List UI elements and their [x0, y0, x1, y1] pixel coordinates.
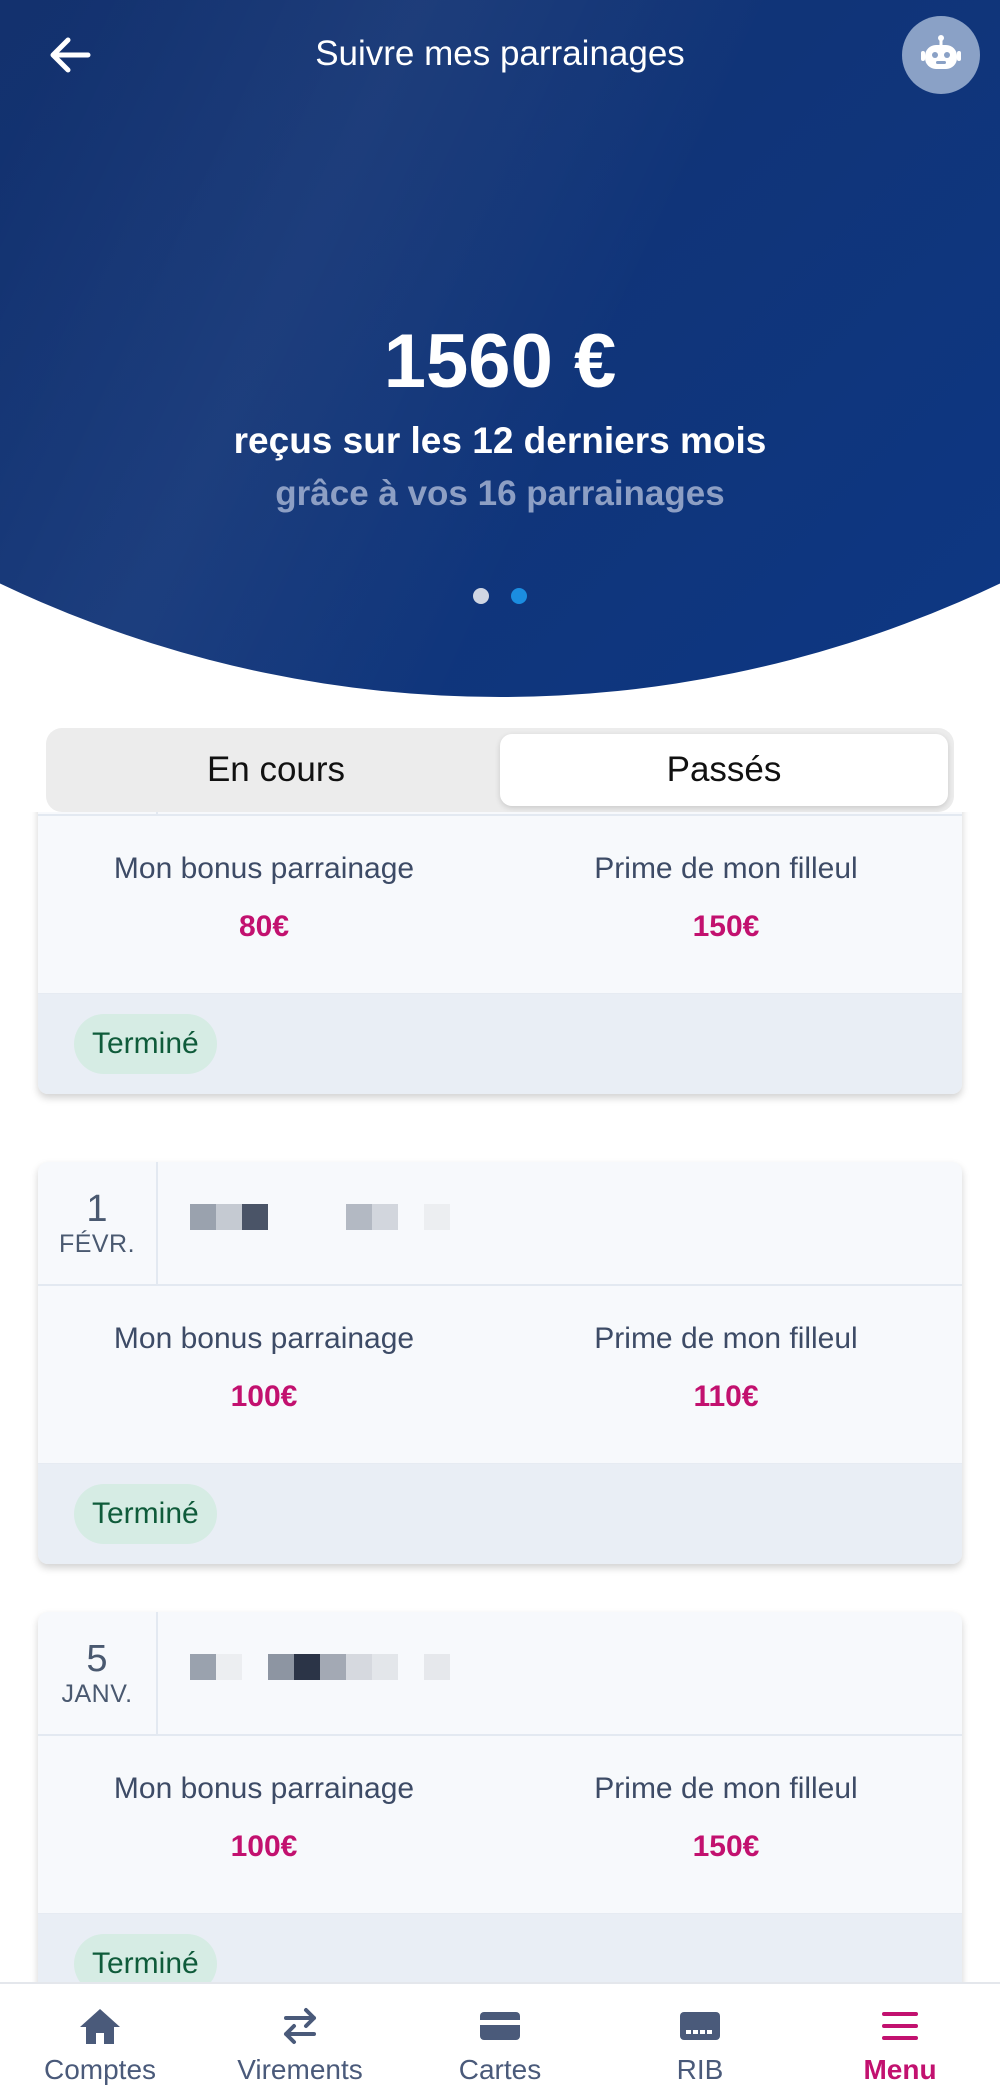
- hero-subtitle: reçus sur les 12 derniers mois: [233, 420, 767, 461]
- bonus-column: Mon bonus parrainage 80€: [38, 816, 500, 993]
- carousel-dot[interactable]: [473, 588, 489, 604]
- prime-column: Prime de mon filleul 150€: [500, 1736, 962, 1913]
- prime-column: Prime de mon filleul 110€: [500, 1286, 962, 1463]
- bonus-label: Mon bonus parrainage: [113, 1322, 415, 1355]
- prime-value: 110€: [693, 1380, 759, 1413]
- redacted-name: [190, 1654, 450, 1680]
- date-day: 1: [86, 1187, 108, 1230]
- card-body: Mon bonus parrainage 100€ Prime de mon f…: [38, 1286, 962, 1464]
- bonus-value: 100€: [230, 1830, 298, 1863]
- segmented-tabs: En cours Passés: [46, 728, 954, 812]
- bonus-label: Mon bonus parrainage: [113, 1772, 415, 1805]
- prime-label: Prime de mon filleul: [594, 1322, 858, 1355]
- nav-comptes[interactable]: Comptes: [0, 1984, 200, 2099]
- referral-card[interactable]: 5 JANV. Mon bonus parrainage 100€ Prime …: [38, 1612, 962, 1982]
- prime-value: 150€: [692, 910, 760, 943]
- card-icon: [476, 2006, 524, 2046]
- nav-menu[interactable]: Menu: [800, 1984, 1000, 2099]
- prime-label: Prime de mon filleul: [594, 852, 858, 885]
- bottom-navigation: Comptes Virements Cartes RIB Menu: [0, 1982, 1000, 2099]
- prime-column: Prime de mon filleul 150€: [500, 816, 962, 993]
- status-badge: Terminé: [74, 1014, 217, 1074]
- assistant-bot-button[interactable]: [902, 16, 980, 94]
- hero-banner: Suivre mes parrainages 1560 € reçus sur …: [0, 0, 1000, 700]
- carousel-indicator: [0, 588, 1000, 604]
- nav-label: Virements: [237, 2054, 363, 2085]
- hero-caption: grâce à vos 16 parrainages: [275, 474, 725, 513]
- date-day: 5: [86, 1637, 108, 1680]
- nav-label: Comptes: [43, 2054, 157, 2085]
- card-header: 1 FÉVR.: [38, 1162, 962, 1286]
- nav-label: Cartes: [458, 2054, 542, 2085]
- date-column: [38, 812, 158, 816]
- menu-icon: [876, 2006, 924, 2046]
- status-badge: Terminé: [74, 1484, 217, 1544]
- prime-value: 150€: [692, 1830, 760, 1863]
- card-footer: Terminé: [38, 1914, 962, 1982]
- card-header: 5 JANV.: [38, 1612, 962, 1736]
- page-title: Suivre mes parrainages: [315, 34, 685, 73]
- carousel-dot-active[interactable]: [511, 588, 527, 604]
- referral-card[interactable]: 1 FÉVR. Mon bonus parrainage 100€ Prime …: [38, 1162, 962, 1564]
- date-month: JANV.: [61, 1680, 133, 1709]
- date-month: FÉVR.: [58, 1230, 136, 1259]
- card-body: Mon bonus parrainage 100€ Prime de mon f…: [38, 1736, 962, 1914]
- tab-passes[interactable]: Passés: [500, 734, 948, 806]
- referral-card[interactable]: Mon bonus parrainage 80€ Prime de mon fi…: [38, 812, 962, 1094]
- nav-rib[interactable]: RIB: [600, 1984, 800, 2099]
- bonus-label: Mon bonus parrainage: [113, 852, 415, 885]
- robot-icon: [921, 35, 961, 69]
- hero-amount: 1560 €: [383, 319, 617, 404]
- nav-label: Menu: [863, 2054, 937, 2085]
- card-header: [38, 812, 962, 816]
- redacted-name: [190, 1204, 450, 1230]
- status-badge: Terminé: [74, 1934, 217, 1982]
- tab-en-cours[interactable]: En cours: [52, 734, 500, 806]
- prime-label: Prime de mon filleul: [594, 1772, 858, 1805]
- card-body: Mon bonus parrainage 80€ Prime de mon fi…: [38, 816, 962, 994]
- nav-cartes[interactable]: Cartes: [400, 1984, 600, 2099]
- nav-label: RIB: [676, 2054, 724, 2085]
- date-column: 5 JANV.: [38, 1612, 158, 1736]
- bonus-column: Mon bonus parrainage 100€: [38, 1286, 500, 1463]
- card-footer: Terminé: [38, 1464, 962, 1564]
- nav-virements[interactable]: Virements: [200, 1984, 400, 2099]
- transfer-icon: [276, 2006, 324, 2046]
- date-column: 1 FÉVR.: [38, 1162, 158, 1286]
- rib-icon: [676, 2006, 724, 2046]
- bonus-value: 100€: [230, 1380, 298, 1413]
- referral-list[interactable]: Mon bonus parrainage 80€ Prime de mon fi…: [0, 812, 1000, 1982]
- card-footer: Terminé: [38, 994, 962, 1094]
- top-bar: Suivre mes parrainages: [0, 0, 1000, 112]
- bonus-value: 80€: [238, 910, 290, 943]
- bonus-column: Mon bonus parrainage 100€: [38, 1736, 500, 1913]
- home-icon: [76, 2006, 124, 2046]
